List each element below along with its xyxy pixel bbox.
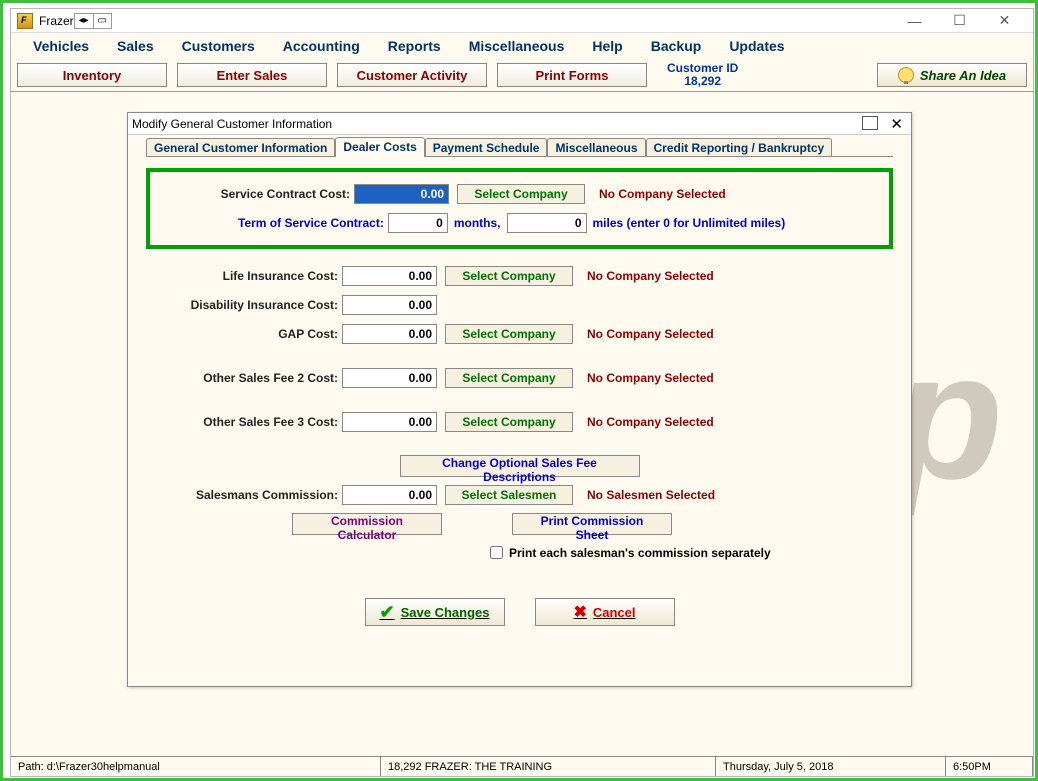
modal-titlebar: Modify General Customer Information ✕	[128, 113, 911, 135]
life-insurance-status: No Company Selected	[587, 269, 714, 283]
life-insurance-input[interactable]	[342, 266, 437, 286]
life-insurance-select-button[interactable]: Select Company	[445, 266, 573, 286]
service-contract-status: No Company Selected	[599, 187, 726, 201]
other3-select-button[interactable]: Select Company	[445, 412, 573, 432]
status-time: 6:50PM	[946, 757, 1033, 776]
menu-misc[interactable]: Miscellaneous	[455, 36, 579, 56]
menu-backup[interactable]: Backup	[637, 36, 716, 56]
nav-arrows[interactable]: ◂▸ ▭	[74, 13, 112, 29]
commission-calc-button[interactable]: Commission Calculator	[292, 513, 442, 535]
tab-misc[interactable]: Miscellaneous	[547, 138, 645, 157]
nav-left-icon[interactable]: ◂▸	[75, 14, 93, 28]
customer-id-display: Customer ID 18,292	[667, 62, 738, 88]
customer-activity-button[interactable]: Customer Activity	[337, 63, 487, 87]
service-contract-input[interactable]	[354, 184, 449, 204]
service-contract-highlight: Service Contract Cost: Select Company No…	[146, 168, 893, 249]
check-icon: ✔	[380, 602, 395, 623]
other2-status: No Company Selected	[587, 371, 714, 385]
status-path: Path: d:\Frazer30helpmanual	[11, 757, 381, 776]
commission-select-button[interactable]: Select Salesmen	[445, 485, 573, 505]
gap-input[interactable]	[342, 324, 437, 344]
other2-select-button[interactable]: Select Company	[445, 368, 573, 388]
other2-label: Other Sales Fee 2 Cost:	[146, 371, 342, 385]
term-months-input[interactable]	[388, 213, 448, 233]
term-miles-input[interactable]	[507, 213, 587, 233]
share-idea-button[interactable]: Share An Idea	[877, 63, 1027, 87]
gap-select-button[interactable]: Select Company	[445, 324, 573, 344]
commission-label: Salesmans Commission:	[146, 488, 342, 502]
life-insurance-label: Life Insurance Cost:	[146, 269, 342, 283]
modify-customer-modal: Modify General Customer Information ✕ Ge…	[127, 112, 912, 687]
service-contract-select-button[interactable]: Select Company	[457, 184, 585, 204]
change-desc-button[interactable]: Change Optional Sales Fee Descriptions	[400, 455, 640, 477]
miles-unit: miles (enter 0 for Unlimited miles)	[593, 216, 786, 230]
menu-vehicles[interactable]: Vehicles	[19, 36, 103, 56]
print-separately-checkbox[interactable]	[490, 546, 503, 559]
menu-accounting[interactable]: Accounting	[269, 36, 374, 56]
cancel-button[interactable]: ✖ Cancel	[535, 598, 675, 626]
months-unit: months,	[454, 216, 501, 230]
other2-input[interactable]	[342, 368, 437, 388]
x-icon: ✖	[573, 602, 586, 622]
window-title: Frazer	[39, 14, 74, 28]
status-mid: 18,292 FRAZER: THE TRAINING	[381, 757, 716, 776]
commission-status: No Salesmen Selected	[587, 488, 715, 502]
print-separately-label: Print each salesman's commission separat…	[509, 546, 771, 560]
term-label: Term of Service Contract:	[238, 216, 384, 230]
menu-sales[interactable]: Sales	[103, 36, 168, 56]
lightbulb-icon	[898, 67, 914, 83]
commission-input[interactable]	[342, 485, 437, 505]
modal-title: Modify General Customer Information	[132, 117, 332, 131]
tab-dealer-costs[interactable]: Dealer Costs	[335, 137, 424, 157]
tab-row: General Customer Information Dealer Cost…	[128, 135, 911, 157]
print-forms-button[interactable]: Print Forms	[497, 63, 647, 87]
status-date: Thursday, July 5, 2018	[716, 757, 946, 776]
other3-label: Other Sales Fee 3 Cost:	[146, 415, 342, 429]
enter-sales-button[interactable]: Enter Sales	[177, 63, 327, 87]
app-icon	[17, 13, 33, 29]
tab-general[interactable]: General Customer Information	[146, 138, 335, 157]
minimize-button[interactable]: —	[892, 10, 937, 32]
close-button[interactable]: ✕	[982, 10, 1027, 32]
disability-label: Disability Insurance Cost:	[146, 298, 342, 312]
gap-label: GAP Cost:	[146, 327, 342, 341]
other3-input[interactable]	[342, 412, 437, 432]
print-commission-button[interactable]: Print Commission Sheet	[512, 513, 672, 535]
main-titlebar: Frazer ◂▸ ▭ — ☐ ✕	[11, 9, 1033, 33]
tab-credit[interactable]: Credit Reporting / Bankruptcy	[646, 138, 833, 157]
maximize-button[interactable]: ☐	[937, 10, 982, 32]
menu-help[interactable]: Help	[578, 36, 636, 56]
service-contract-label: Service Contract Cost:	[158, 187, 354, 201]
disability-input[interactable]	[342, 295, 437, 315]
menu-reports[interactable]: Reports	[374, 36, 455, 56]
save-button[interactable]: ✔ Save Changes	[365, 598, 505, 626]
toolbar: Inventory Enter Sales Customer Activity …	[11, 59, 1033, 92]
other3-status: No Company Selected	[587, 415, 714, 429]
nav-restore-icon[interactable]: ▭	[93, 14, 111, 28]
inventory-button[interactable]: Inventory	[17, 63, 167, 87]
menubar: Vehicles Sales Customers Accounting Repo…	[11, 33, 1033, 59]
menu-customers[interactable]: Customers	[168, 36, 269, 56]
menu-updates[interactable]: Updates	[715, 36, 798, 56]
modal-restore-icon[interactable]	[864, 118, 878, 130]
statusbar: Path: d:\Frazer30helpmanual 18,292 FRAZE…	[11, 756, 1033, 776]
gap-status: No Company Selected	[587, 327, 714, 341]
tab-payment[interactable]: Payment Schedule	[425, 138, 548, 157]
modal-close-button[interactable]: ✕	[886, 115, 907, 133]
